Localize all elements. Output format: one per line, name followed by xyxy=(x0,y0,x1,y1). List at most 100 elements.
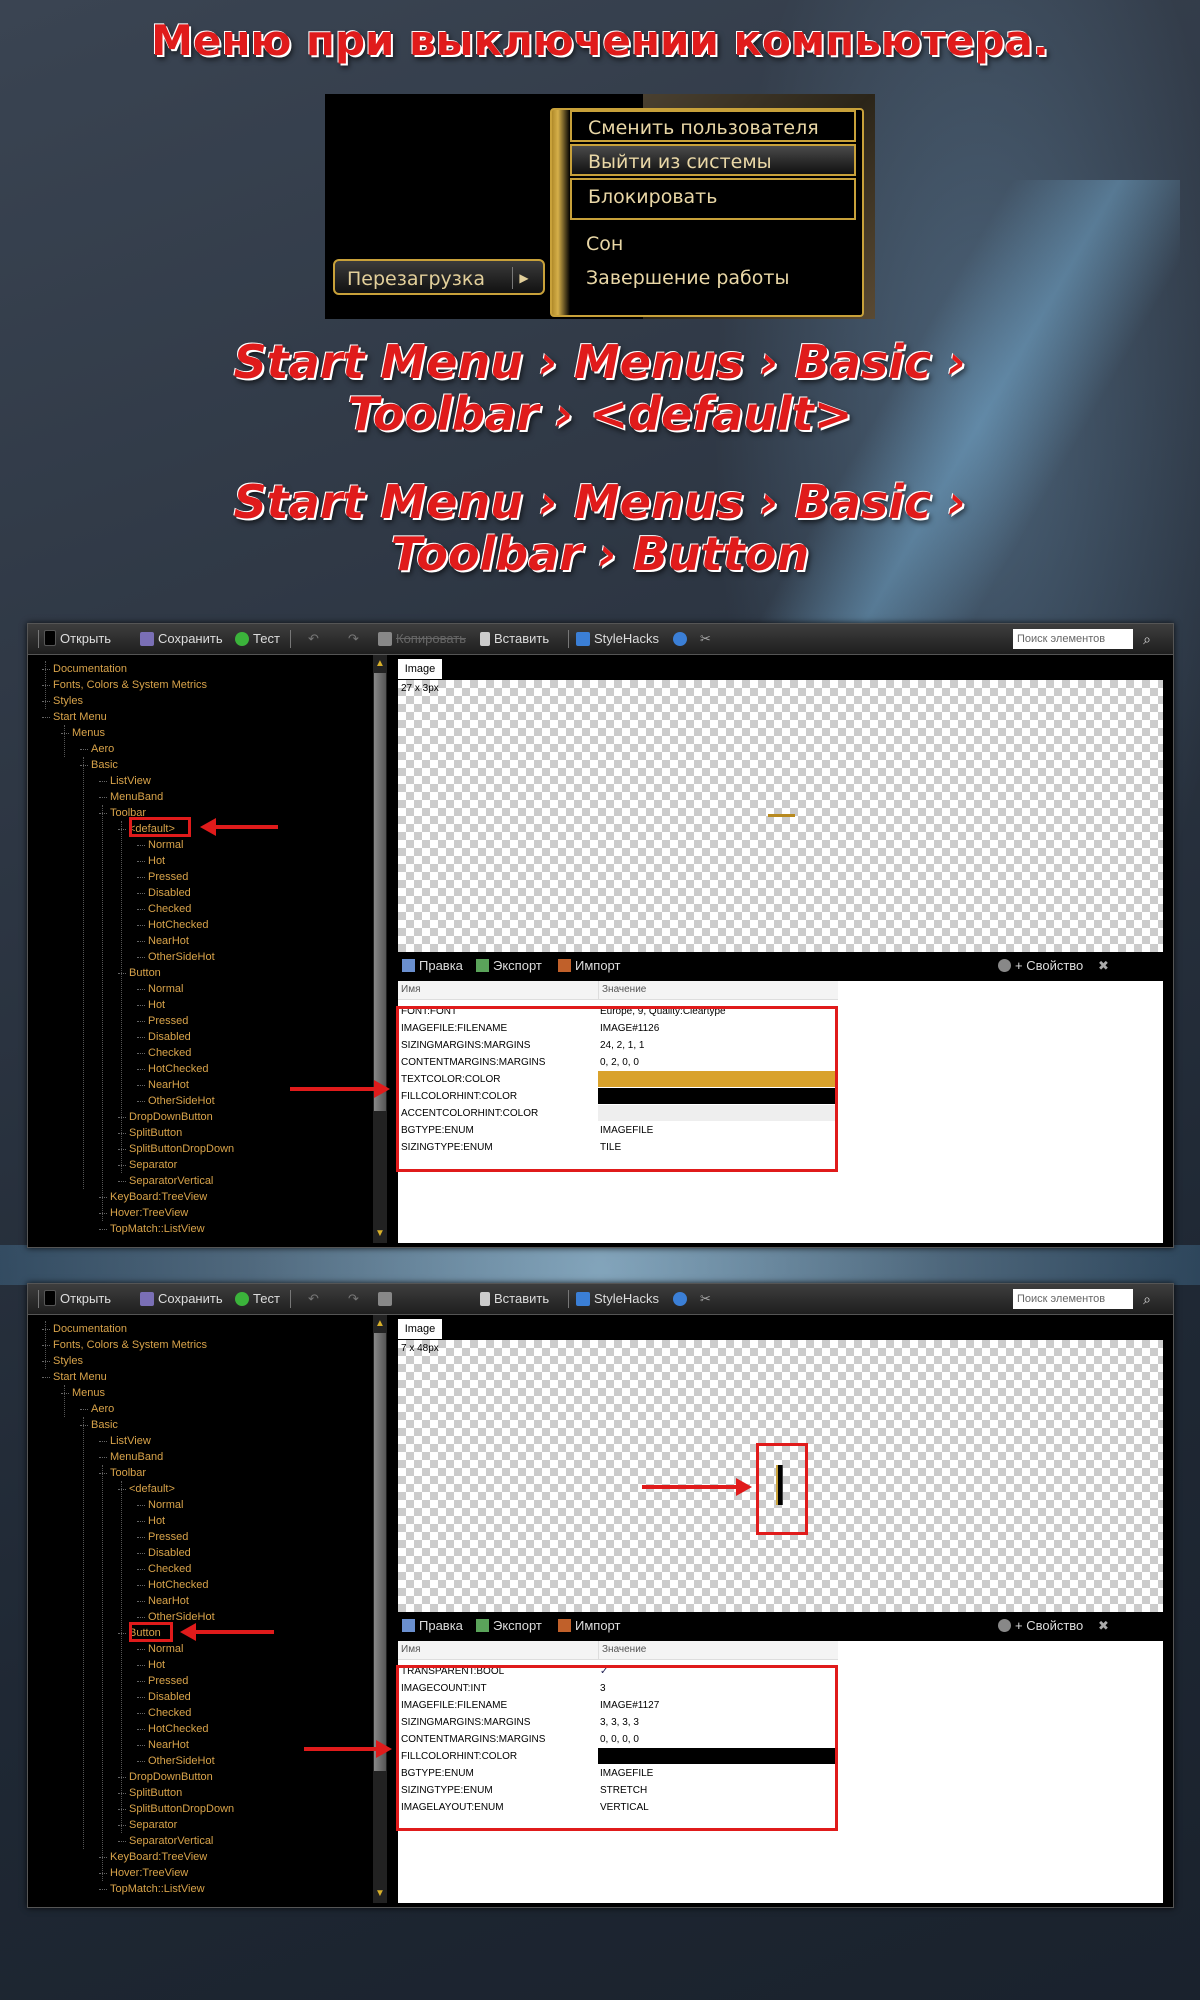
add-property-button[interactable]: + Свойство xyxy=(998,1615,1083,1637)
tree-scrollbar[interactable]: ▲ ▼ xyxy=(373,655,387,1243)
tree-node[interactable]: OtherSideHot xyxy=(137,1093,215,1109)
tree-node[interactable]: Disabled xyxy=(137,1029,191,1045)
menu-item-switch-user[interactable]: Сменить пользователя xyxy=(570,110,856,142)
tree-node[interactable]: Menus xyxy=(61,725,105,741)
save-button[interactable]: Сохранить xyxy=(140,624,223,654)
paste-button[interactable]: Вставить xyxy=(480,1284,549,1314)
tree-node[interactable]: Styles xyxy=(42,1353,83,1369)
tree-node[interactable]: SeparatorVertical xyxy=(118,1833,213,1849)
open-button[interactable]: Открыть xyxy=(44,624,111,654)
tree-node[interactable]: Documentation xyxy=(42,661,127,677)
tree-node[interactable]: DropDownButton xyxy=(118,1109,213,1125)
tree-node[interactable]: NearHot xyxy=(137,1737,189,1753)
import-button[interactable]: Импорт xyxy=(558,955,620,977)
tree-node[interactable]: SplitButton xyxy=(118,1125,182,1141)
tree-node[interactable]: HotChecked xyxy=(137,1577,209,1593)
close-icon[interactable]: ✖ xyxy=(1098,955,1109,977)
tree-node[interactable]: HotChecked xyxy=(137,917,209,933)
tree-node[interactable]: Fonts, Colors & System Metrics xyxy=(42,677,207,693)
tree-node[interactable]: SplitButtonDropDown xyxy=(118,1141,234,1157)
tree-node[interactable]: Checked xyxy=(137,1705,191,1721)
tree-node[interactable]: Documentation xyxy=(42,1321,127,1337)
tree-node[interactable]: HotChecked xyxy=(137,1061,209,1077)
tree-node[interactable]: Normal xyxy=(137,1497,183,1513)
menu-item-sleep[interactable]: Сон xyxy=(570,228,856,260)
tree-node[interactable]: Hover:TreeView xyxy=(99,1865,188,1881)
copy-button[interactable] xyxy=(378,1284,396,1314)
tree-node[interactable]: TopMatch::ListView xyxy=(99,1221,205,1237)
tree-node[interactable]: Normal xyxy=(137,1641,183,1657)
tree-node[interactable]: Disabled xyxy=(137,1545,191,1561)
search-input[interactable]: Поиск элементов xyxy=(1013,629,1133,649)
tree-node[interactable]: MenuBand xyxy=(99,1449,163,1465)
tree-node[interactable]: Separator xyxy=(118,1817,177,1833)
info-icon[interactable] xyxy=(673,1284,691,1314)
tree-scrollbar[interactable]: ▲ ▼ xyxy=(373,1315,387,1903)
scroll-up-icon[interactable]: ▲ xyxy=(373,1317,387,1331)
tree-node[interactable]: Checked xyxy=(137,1561,191,1577)
tree-node[interactable]: Start Menu xyxy=(42,1369,107,1385)
tree-node[interactable]: SplitButtonDropDown xyxy=(118,1801,234,1817)
tree-node[interactable]: NearHot xyxy=(137,933,189,949)
search-icon[interactable]: ⌕ xyxy=(1137,629,1157,649)
tree-node[interactable]: Checked xyxy=(137,1045,191,1061)
menu-item-shutdown[interactable]: Завершение работы xyxy=(570,262,856,294)
tree-node[interactable]: Normal xyxy=(137,981,183,997)
scroll-up-icon[interactable]: ▲ xyxy=(373,657,387,671)
tree-node[interactable]: NearHot xyxy=(137,1593,189,1609)
tree-node[interactable]: NearHot xyxy=(137,1077,189,1093)
scroll-down-icon[interactable]: ▼ xyxy=(373,1887,387,1901)
tree-node[interactable]: Pressed xyxy=(137,1013,188,1029)
test-button[interactable]: Тест xyxy=(235,624,280,654)
tree-node[interactable]: Disabled xyxy=(137,1689,191,1705)
tree-node[interactable]: Hover:TreeView xyxy=(99,1205,188,1221)
tree-node[interactable]: SplitButton xyxy=(118,1785,182,1801)
tree-node[interactable]: Hot xyxy=(137,997,165,1013)
tab-image[interactable]: Image xyxy=(398,659,442,679)
edit-button[interactable]: Правка xyxy=(402,1615,463,1637)
scroll-down-icon[interactable]: ▼ xyxy=(373,1227,387,1241)
tree-node[interactable]: OtherSideHot xyxy=(137,1753,215,1769)
tree-node[interactable]: <default> xyxy=(118,1481,175,1497)
redo-icon[interactable]: ↷ xyxy=(348,624,359,654)
import-button[interactable]: Импорт xyxy=(558,1615,620,1637)
tree-node[interactable]: Fonts, Colors & System Metrics xyxy=(42,1337,207,1353)
export-button[interactable]: Экспорт xyxy=(476,1615,542,1637)
tree-node[interactable]: Hot xyxy=(137,1657,165,1673)
tree-node[interactable]: TopMatch::ListView xyxy=(99,1881,205,1897)
add-property-button[interactable]: + Свойство xyxy=(998,955,1083,977)
menu-item-log-off[interactable]: Выйти из системы xyxy=(570,144,856,176)
tree-node[interactable]: Styles xyxy=(42,693,83,709)
stylehacks-button[interactable]: StyleHacks xyxy=(576,624,659,654)
tree-node[interactable]: HotChecked xyxy=(137,1721,209,1737)
copy-button[interactable]: Копировать xyxy=(378,624,466,654)
save-button[interactable]: Сохранить xyxy=(140,1284,223,1314)
scroll-thumb[interactable] xyxy=(374,1333,386,1771)
tree-node[interactable]: Hot xyxy=(137,1513,165,1529)
tree-node[interactable]: Pressed xyxy=(137,1529,188,1545)
paste-button[interactable]: Вставить xyxy=(480,624,549,654)
tree-node[interactable]: SeparatorVertical xyxy=(118,1173,213,1189)
tree-node[interactable]: Checked xyxy=(137,901,191,917)
tree-node[interactable]: Start Menu xyxy=(42,709,107,725)
tree-node[interactable]: ListView xyxy=(99,1433,151,1449)
tree-node[interactable]: Button xyxy=(118,965,161,981)
tree-node[interactable]: OtherSideHot xyxy=(137,949,215,965)
tree-node[interactable]: Basic xyxy=(80,757,118,773)
tree-node[interactable]: Disabled xyxy=(137,885,191,901)
undo-icon[interactable]: ↶ xyxy=(308,1284,319,1314)
tree-node[interactable]: Separator xyxy=(118,1157,177,1173)
tree-node[interactable]: Toolbar xyxy=(99,1465,146,1481)
tree-node[interactable]: Pressed xyxy=(137,1673,188,1689)
test-button[interactable]: Тест xyxy=(235,1284,280,1314)
undo-icon[interactable]: ↶ xyxy=(308,624,319,654)
tree-node[interactable]: Basic xyxy=(80,1417,118,1433)
tree-node[interactable]: Aero xyxy=(80,1401,114,1417)
tree-node[interactable]: KeyBoard:TreeView xyxy=(99,1189,207,1205)
restart-button[interactable]: Перезагрузка ▶ xyxy=(333,259,545,295)
info-icon[interactable] xyxy=(673,624,691,654)
search-icon[interactable]: ⌕ xyxy=(1137,1289,1157,1309)
tree-node[interactable]: Pressed xyxy=(137,869,188,885)
scroll-thumb[interactable] xyxy=(374,673,386,1111)
menu-item-lock[interactable]: Блокировать xyxy=(570,178,856,220)
